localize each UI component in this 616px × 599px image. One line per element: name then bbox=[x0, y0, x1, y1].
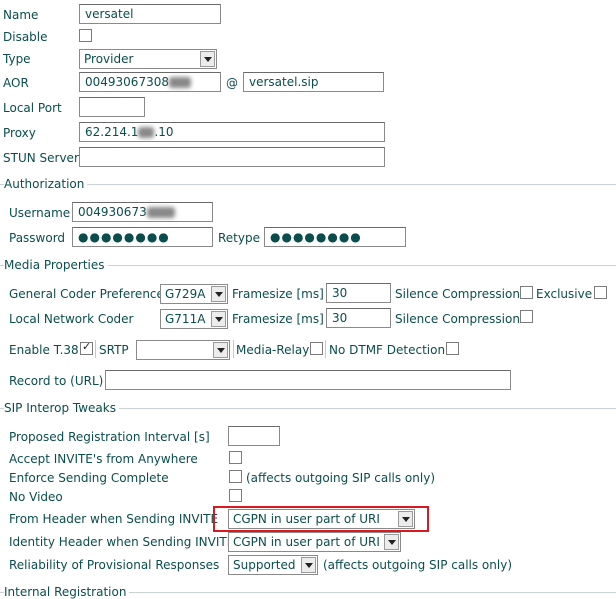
chevron-down-icon bbox=[398, 511, 413, 527]
reg-interval-field[interactable] bbox=[228, 426, 280, 446]
chevron-down-icon bbox=[211, 286, 226, 302]
reliability-note: (affects outgoing SIP calls only) bbox=[323, 558, 512, 572]
general-coder-select[interactable]: G729A bbox=[160, 284, 228, 304]
framesize-field-1[interactable]: 30 bbox=[326, 283, 391, 303]
from-header-select[interactable]: CGPN in user part of URI bbox=[228, 509, 415, 529]
silence-compression-checkbox-2[interactable] bbox=[520, 310, 533, 323]
stun-server-label: STUN Server bbox=[3, 151, 79, 165]
silence-compression-label-2: Silence Compression bbox=[395, 312, 520, 326]
reliability-value: Supported bbox=[233, 558, 296, 572]
enforce-sending-complete-checkbox[interactable] bbox=[229, 470, 242, 483]
username-value: 004930673 bbox=[78, 205, 147, 219]
chevron-down-icon bbox=[213, 342, 228, 358]
retype-password-value: ●●●●●●●● bbox=[270, 230, 362, 244]
authorization-divider bbox=[0, 184, 616, 185]
name-value: versatel bbox=[85, 7, 134, 21]
accept-invite-label: Accept INVITE's from Anywhere bbox=[9, 452, 198, 466]
identity-header-label: Identity Header when Sending INVITE bbox=[9, 535, 235, 549]
redaction-blur bbox=[168, 77, 191, 88]
no-video-checkbox[interactable] bbox=[229, 489, 242, 502]
sip-section-title: SIP Interop Tweaks bbox=[4, 401, 119, 415]
disable-label: Disable bbox=[3, 30, 48, 44]
exclusive-label: Exclusive bbox=[536, 287, 593, 301]
redaction-blur bbox=[138, 127, 155, 138]
username-label: Username bbox=[9, 206, 71, 220]
name-field[interactable]: versatel bbox=[79, 4, 221, 24]
password-value: ●●●●●●●● bbox=[78, 230, 170, 244]
local-port-label: Local Port bbox=[3, 101, 62, 115]
proxy-label: Proxy bbox=[3, 126, 36, 140]
password-label: Password bbox=[9, 231, 66, 245]
media-relay-checkbox[interactable] bbox=[310, 342, 323, 355]
silence-compression-checkbox-1[interactable] bbox=[520, 286, 533, 299]
framesize-value-1: 30 bbox=[332, 286, 348, 300]
proxy-tail: .10 bbox=[154, 125, 174, 139]
type-select[interactable]: Provider bbox=[79, 49, 217, 69]
local-coder-select[interactable]: G711A bbox=[160, 309, 228, 329]
disable-checkbox[interactable] bbox=[79, 29, 92, 42]
framesize-field-2[interactable]: 30 bbox=[326, 308, 391, 328]
enable-t38-checkbox[interactable] bbox=[80, 340, 93, 355]
general-coder-value: G729A bbox=[165, 287, 206, 301]
no-video-label: No Video bbox=[9, 490, 63, 504]
aor-domain-value: versatel.sip bbox=[249, 75, 319, 89]
redaction-blur bbox=[146, 207, 175, 218]
aor-label: AOR bbox=[3, 76, 29, 90]
srtp-select[interactable] bbox=[136, 340, 230, 360]
retype-password-field[interactable]: ●●●●●●●● bbox=[264, 227, 406, 247]
stun-server-field[interactable] bbox=[79, 147, 385, 167]
enable-t38-label: Enable T.38 bbox=[9, 343, 79, 357]
reliability-select[interactable]: Supported bbox=[228, 555, 318, 575]
exclusive-checkbox[interactable] bbox=[594, 286, 607, 299]
aor-domain-field[interactable]: versatel.sip bbox=[243, 72, 384, 92]
framesize-label-1: Framesize [ms] bbox=[232, 287, 324, 301]
accept-invite-checkbox[interactable] bbox=[229, 451, 242, 464]
type-label: Type bbox=[3, 52, 31, 66]
from-header-label: From Header when Sending INVITE bbox=[9, 512, 219, 526]
no-dtmf-label: No DTMF Detection bbox=[329, 343, 446, 357]
from-header-value: CGPN in user part of URI bbox=[233, 512, 380, 526]
chevron-down-icon bbox=[200, 51, 215, 67]
type-select-value: Provider bbox=[84, 52, 134, 66]
proxy-field[interactable]: 62.214.1 .10 bbox=[79, 122, 385, 142]
media-relay-label: Media-Relay bbox=[236, 343, 310, 357]
separator bbox=[325, 340, 326, 358]
chevron-down-icon bbox=[211, 311, 226, 327]
no-dtmf-checkbox[interactable] bbox=[446, 342, 459, 355]
aor-user-field[interactable]: 00493067308 bbox=[79, 72, 221, 92]
identity-header-value: CGPN in user part of URI bbox=[233, 535, 380, 549]
local-coder-label: Local Network Coder bbox=[9, 312, 134, 326]
proxy-value: 62.214.1 bbox=[85, 125, 139, 139]
srtp-label: SRTP bbox=[99, 343, 129, 357]
chevron-down-icon bbox=[301, 557, 316, 573]
reg-interval-label: Proposed Registration Interval [s] bbox=[9, 430, 210, 444]
chevron-down-icon bbox=[384, 534, 399, 550]
identity-header-select[interactable]: CGPN in user part of URI bbox=[228, 532, 401, 552]
media-section-title: Media Properties bbox=[4, 258, 108, 272]
silence-compression-label-1: Silence Compression bbox=[395, 287, 520, 301]
aor-user-value: 00493067308 bbox=[85, 75, 169, 89]
local-port-field[interactable] bbox=[79, 97, 145, 117]
separator bbox=[95, 340, 96, 358]
reliability-label: Reliability of Provisional Responses bbox=[9, 558, 220, 572]
framesize-label-2: Framesize [ms] bbox=[232, 312, 324, 326]
password-field[interactable]: ●●●●●●●● bbox=[72, 227, 213, 247]
enforce-note: (affects outgoing SIP calls only) bbox=[246, 471, 435, 485]
username-field[interactable]: 004930673 bbox=[72, 202, 213, 222]
authorization-section-title: Authorization bbox=[4, 177, 88, 191]
internal-section-title: Internal Registration bbox=[4, 585, 130, 599]
aor-at-sign: @ bbox=[226, 76, 238, 90]
record-url-field[interactable] bbox=[105, 370, 511, 390]
framesize-value-2: 30 bbox=[332, 311, 348, 325]
enforce-sending-complete-label: Enforce Sending Complete bbox=[9, 471, 169, 485]
separator bbox=[233, 340, 234, 358]
local-coder-value: G711A bbox=[165, 312, 206, 326]
general-coder-label: General Coder Preference bbox=[9, 287, 164, 301]
name-label: Name bbox=[3, 8, 39, 22]
retype-label: Retype bbox=[218, 231, 260, 245]
record-url-label: Record to (URL) bbox=[9, 374, 104, 388]
